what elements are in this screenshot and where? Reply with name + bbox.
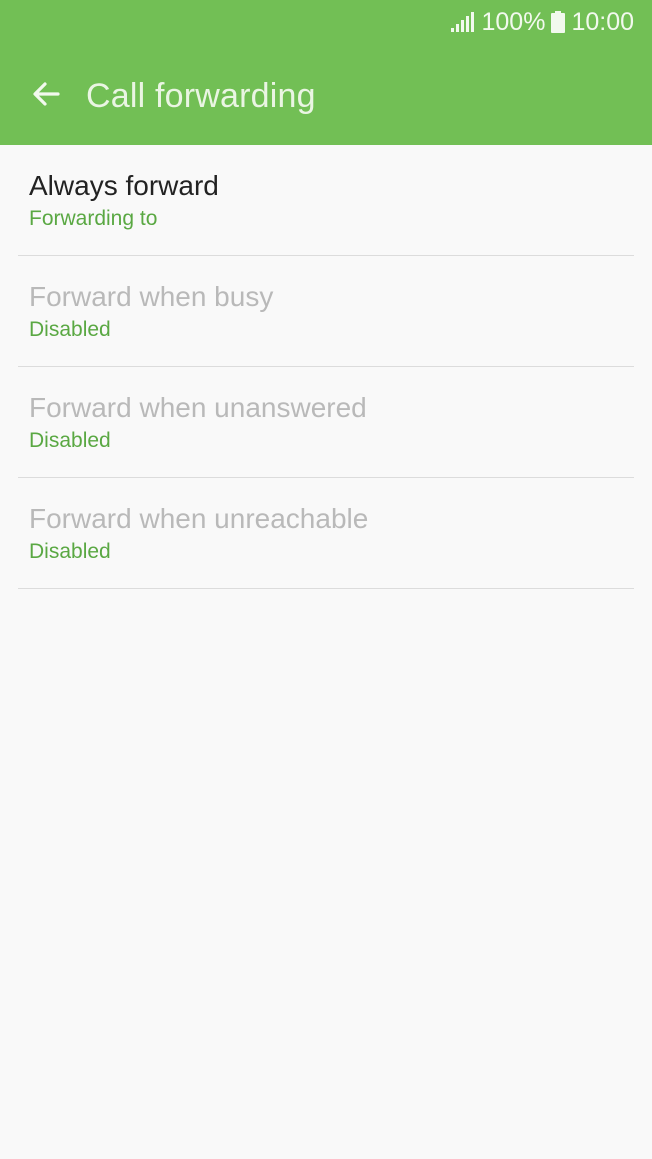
clock: 10:00 [571, 7, 634, 36]
battery-percent: 100% [481, 7, 546, 36]
back-arrow-icon [30, 78, 62, 115]
signal-icon [451, 12, 475, 32]
battery-icon [551, 11, 566, 33]
item-subtitle: Disabled [29, 429, 111, 452]
item-subtitle: Disabled [29, 540, 111, 563]
back-button[interactable] [22, 72, 70, 120]
app-bar: Call forwarding [0, 60, 652, 132]
item-title: Forward when unanswered [29, 392, 367, 423]
always-forward-item[interactable]: Always forward Forwarding to [18, 145, 634, 256]
forward-when-unreachable-item[interactable]: Forward when unreachable Disabled [18, 478, 634, 589]
item-title: Forward when busy [29, 281, 274, 312]
item-title: Forward when unreachable [29, 503, 369, 534]
item-subtitle: Forwarding to [29, 207, 158, 230]
page-title: Call forwarding [86, 76, 316, 115]
settings-list: Always forward Forwarding to Forward whe… [0, 145, 652, 589]
status-bar: 100% 10:00 [451, 0, 652, 44]
forward-when-busy-item[interactable]: Forward when busy Disabled [18, 256, 634, 367]
item-title: Always forward [29, 170, 219, 201]
forward-when-unanswered-item[interactable]: Forward when unanswered Disabled [18, 367, 634, 478]
item-subtitle: Disabled [29, 318, 111, 341]
header: 100% 10:00 Call forwarding [0, 0, 652, 145]
